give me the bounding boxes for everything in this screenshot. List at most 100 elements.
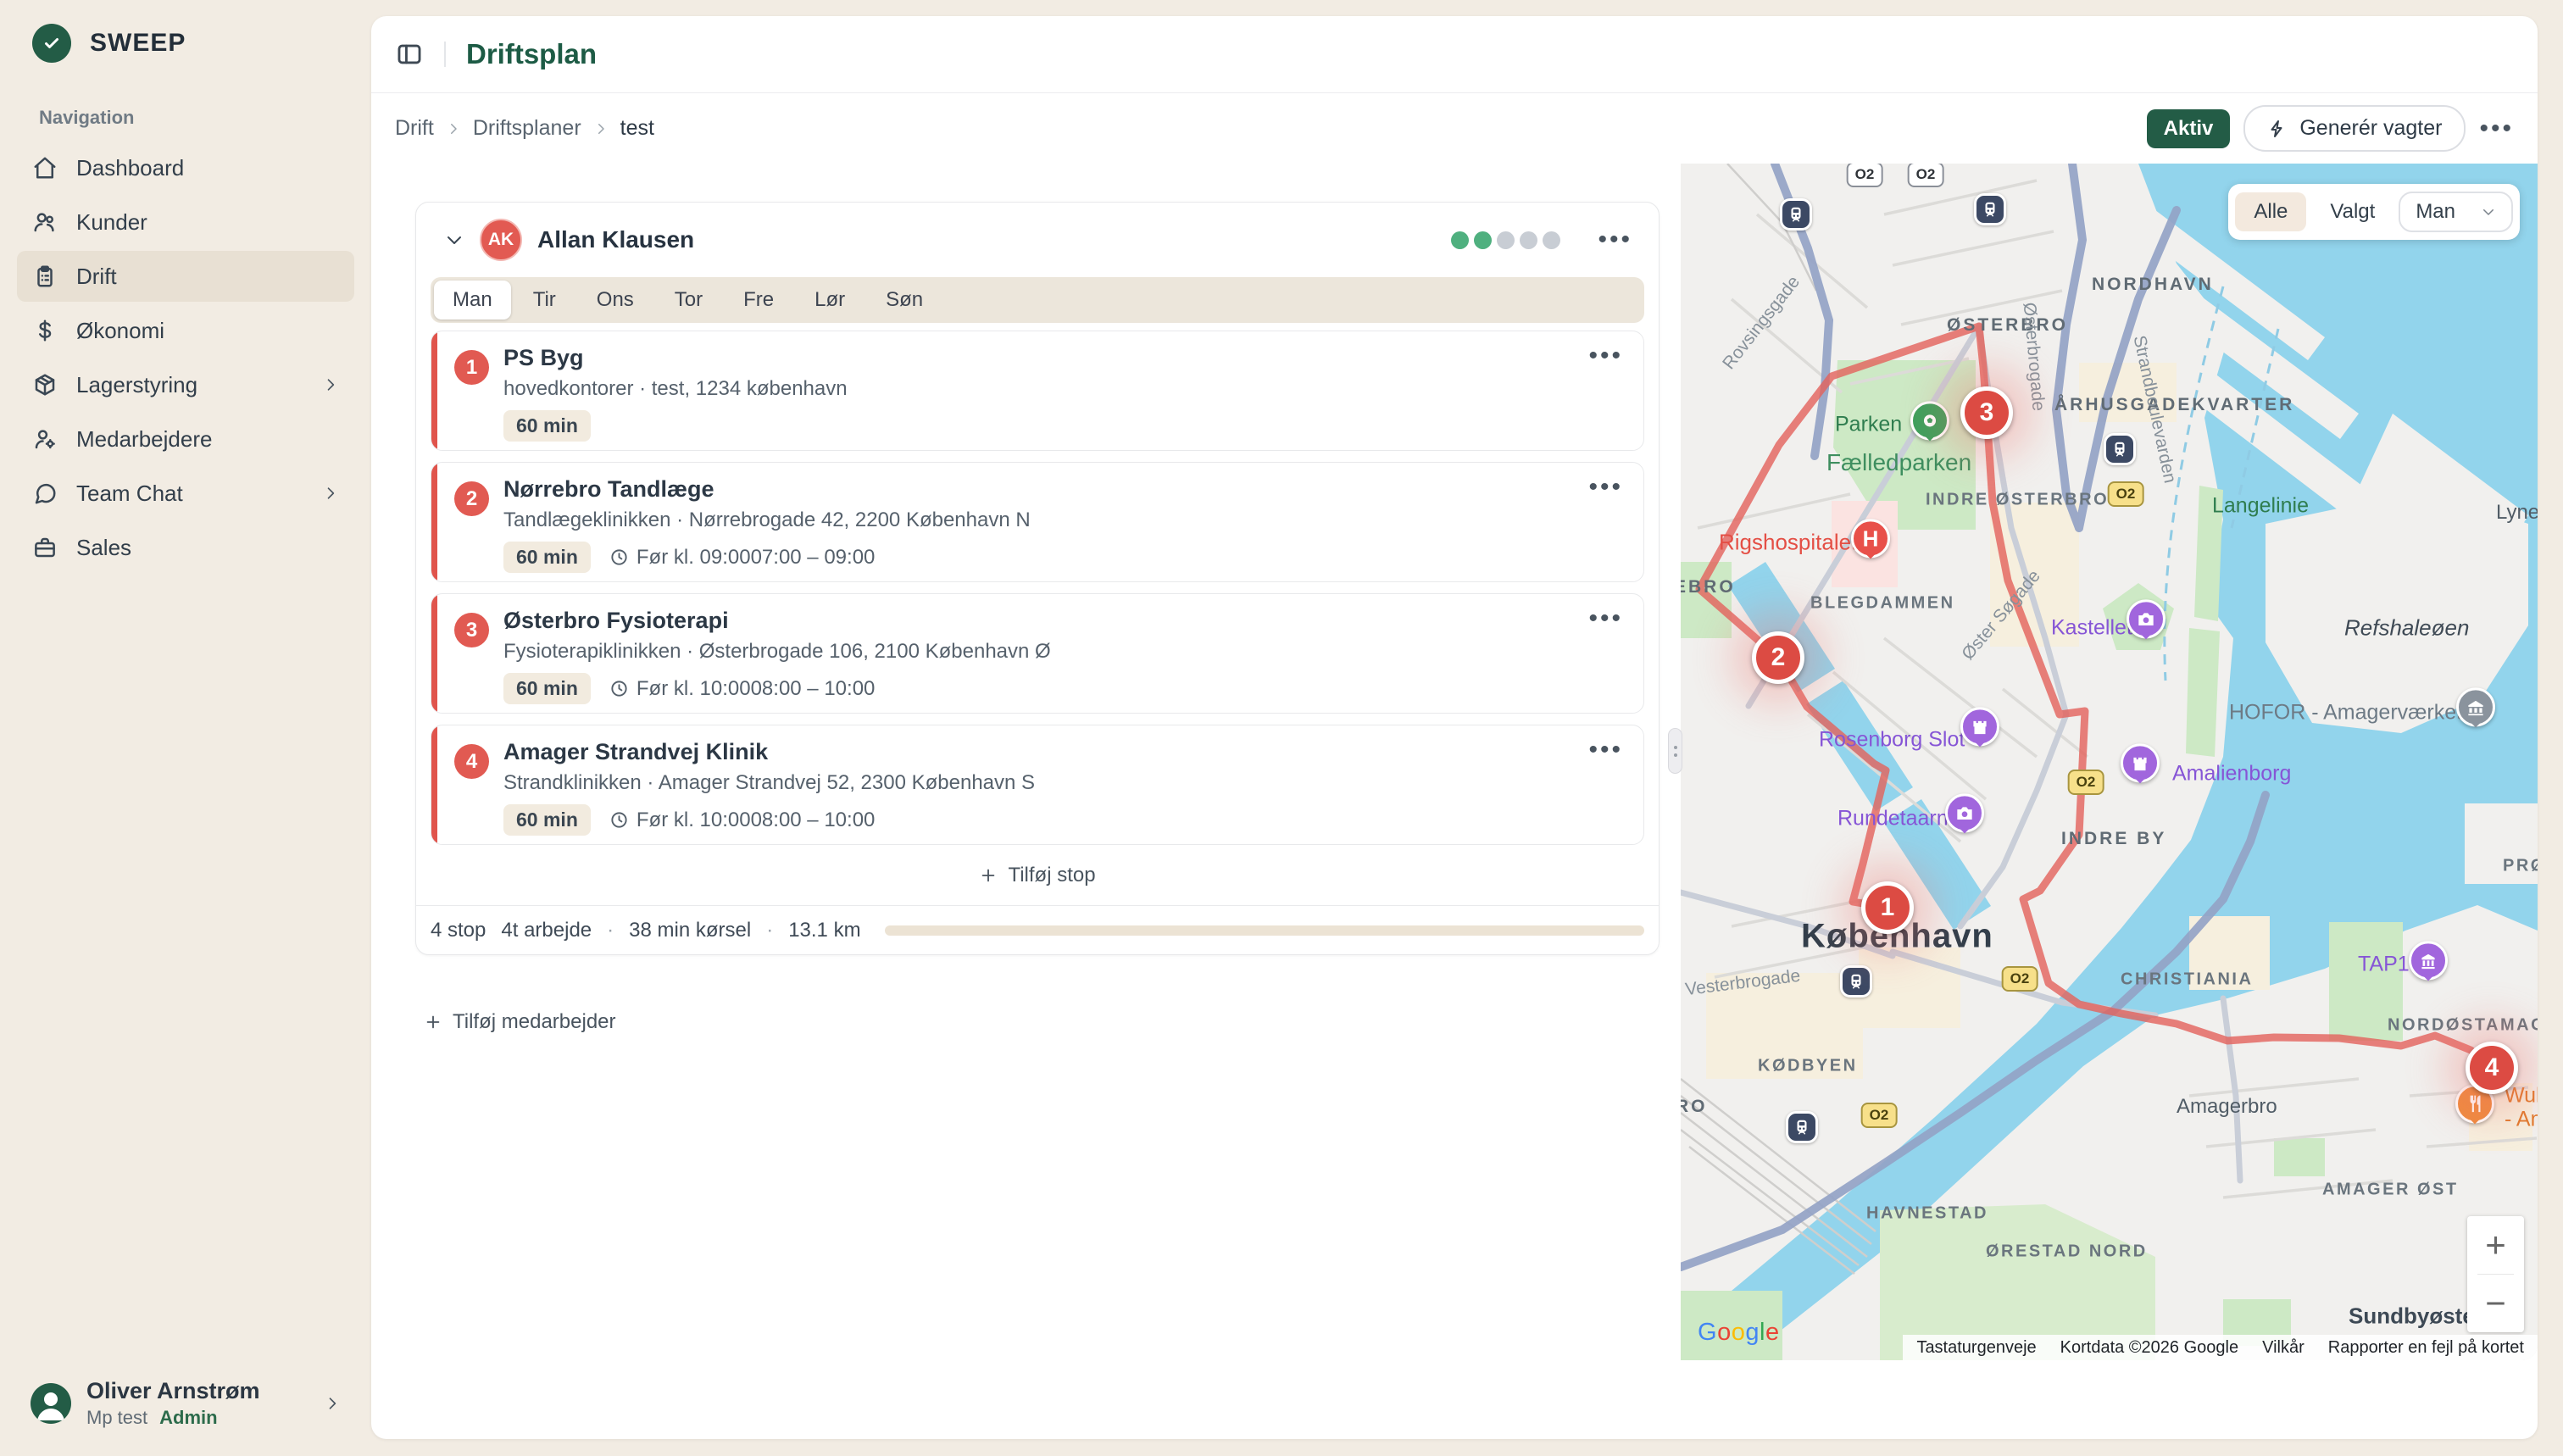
chevron-down-icon	[2481, 204, 2496, 220]
map-attribution-link[interactable]: Vilkår	[2262, 1338, 2304, 1358]
tab-lor[interactable]: Lør	[796, 281, 864, 320]
dot-separator: ·	[607, 919, 614, 942]
sidebar-item-drift[interactable]: Drift	[17, 251, 354, 302]
castle-poi-icon[interactable]	[2121, 743, 2160, 782]
status-badge: Aktiv	[2147, 109, 2231, 148]
google-logo-letter: l	[1760, 1319, 1765, 1346]
route-marker[interactable]: 2	[1752, 631, 1804, 684]
zoom-in-button[interactable]: +	[2467, 1216, 2524, 1274]
station-icon[interactable]	[1780, 198, 1812, 231]
station-icon[interactable]	[2104, 433, 2136, 465]
stop-card[interactable]: 3 Østerbro Fysioterapi Fysioterapiklinik…	[431, 593, 1644, 714]
map-filter-toolbar: Alle Valgt Man	[2228, 184, 2520, 240]
add-stop-label: Tilføj stop	[1008, 864, 1095, 887]
stop-card[interactable]: 1 PS Byg hovedkontorer · test, 1234 købe…	[431, 331, 1644, 451]
google-logo-letter: e	[1765, 1319, 1780, 1346]
filter-all-button[interactable]: Alle	[2235, 192, 2306, 231]
camera-poi-icon[interactable]	[1945, 793, 1984, 832]
filter-selected-button[interactable]: Valgt	[2315, 192, 2390, 231]
station-icon[interactable]	[1840, 965, 1872, 998]
breadcrumb-current: test	[620, 116, 654, 141]
station-icon[interactable]	[1974, 193, 2006, 225]
stop-more-icon[interactable]: •••	[1588, 475, 1623, 500]
stop-number-badge: 4	[454, 744, 489, 779]
employee-header: AK Allan Klausen •••	[431, 203, 1644, 277]
progress-dot	[1543, 231, 1560, 249]
stop-subtitle: hovedkontorer · test, 1234 københavn	[503, 377, 1567, 401]
avatar	[31, 1383, 71, 1424]
sidebar-item-medarbejdere[interactable]: Medarbejdere	[17, 414, 354, 464]
toolbar: Drift Driftsplaner test Aktiv Generér va…	[371, 93, 2538, 164]
route-shield: O2	[1861, 1103, 1898, 1128]
dollar-icon	[32, 318, 58, 343]
sidebar-item-team-chat[interactable]: Team Chat	[17, 468, 354, 519]
add-stop-button[interactable]: Tilføj stop	[431, 856, 1644, 895]
map[interactable]: NORDHAVNØSTERBROÅRHUSGADEKVARTERINDRE ØS…	[1681, 164, 2538, 1360]
map-attribution-link[interactable]: Kortdata ©2026 Google	[2060, 1338, 2238, 1358]
tab-son[interactable]: Søn	[867, 281, 942, 320]
bank-poi-icon[interactable]	[2456, 687, 2495, 726]
stop-more-icon[interactable]: •••	[1588, 737, 1623, 763]
tab-man[interactable]: Man	[434, 281, 511, 320]
tab-ons[interactable]: Ons	[578, 281, 653, 320]
sidebar-item-label: Drift	[76, 264, 117, 290]
stop-card[interactable]: 4 Amager Strandvej Klinik Strandklinikke…	[431, 725, 1644, 845]
map-label: Lynetteholm	[2496, 501, 2538, 525]
route-shield: O2	[2068, 770, 2104, 795]
route-shield: O2	[2002, 966, 2038, 992]
package-icon	[32, 372, 58, 397]
route-marker[interactable]: 3	[1960, 386, 2013, 439]
summary-drive: 38 min kørsel	[629, 919, 751, 942]
station-icon[interactable]	[1786, 1111, 1818, 1143]
map-label: - Am	[2505, 1108, 2538, 1132]
sidebar-item-lagerstyring[interactable]: Lagerstyring	[17, 359, 354, 410]
breadcrumb-root[interactable]: Drift	[395, 116, 434, 141]
stop-more-icon[interactable]: •••	[1588, 606, 1623, 631]
tab-fre[interactable]: Fre	[725, 281, 792, 320]
stop-title: Amager Strandvej Klinik	[503, 739, 1567, 765]
user-company: Mp test	[86, 1407, 147, 1428]
stop-time-text: Før kl. 10:0008:00 – 10:00	[637, 809, 876, 832]
sidebar-item-okonomi[interactable]: Økonomi	[17, 305, 354, 356]
sidebar-item-kunder[interactable]: Kunder	[17, 197, 354, 247]
map-attribution-link[interactable]: Rapporter en fejl på kortet	[2328, 1338, 2524, 1358]
add-employee-button[interactable]: Tilføj medarbejder	[424, 1010, 616, 1034]
stop-card[interactable]: 2 Nørrebro Tandlæge Tandlægeklinikken · …	[431, 462, 1644, 582]
sidebar-item-sales[interactable]: Sales	[17, 522, 354, 573]
map-label: NORDØSTAMAGER	[2388, 1016, 2538, 1036]
generate-shifts-button[interactable]: Generér vagter	[2243, 105, 2466, 152]
map-label: TAP1	[2358, 953, 2410, 977]
stop-more-icon[interactable]: •••	[1588, 343, 1623, 369]
user-menu[interactable]: Oliver Arnstrøm Mp testAdmin	[17, 1370, 354, 1437]
route-marker[interactable]: 1	[1861, 881, 1914, 934]
camera-poi-icon[interactable]	[2127, 599, 2165, 638]
building-poi-icon[interactable]	[2409, 941, 2448, 980]
add-employee-label: Tilføj medarbejder	[453, 1010, 616, 1034]
tab-tor[interactable]: Tor	[656, 281, 721, 320]
user-subtitle: Mp testAdmin	[86, 1407, 260, 1429]
route-marker-number: 3	[1980, 398, 1994, 427]
app-logo[interactable]: SWEEP	[0, 0, 371, 63]
sidebar-item-dashboard[interactable]: Dashboard	[17, 142, 354, 193]
breadcrumb-section[interactable]: Driftsplaner	[473, 116, 581, 141]
map-label: CHRISTIANIA	[2121, 970, 2253, 990]
chevron-down-icon[interactable]	[444, 230, 464, 250]
more-menu-icon[interactable]: •••	[2479, 116, 2514, 142]
route-marker[interactable]: 4	[2466, 1042, 2518, 1094]
zoom-out-button[interactable]: −	[2467, 1275, 2524, 1332]
sidebar-item-label: Kunder	[76, 209, 147, 236]
tab-tir[interactable]: Tir	[514, 281, 575, 320]
employee-more-icon[interactable]: •••	[1598, 227, 1632, 253]
map-attribution-link[interactable]: Tastaturgenveje	[1916, 1338, 2036, 1358]
sidebar-item-label: Lagerstyring	[76, 372, 197, 398]
castle-poi-icon[interactable]	[1960, 707, 1999, 746]
day-select[interactable]: Man	[2399, 192, 2513, 232]
chevron-right-icon	[446, 121, 461, 136]
panel-resize-handle[interactable]	[1668, 728, 1682, 774]
plus-icon	[979, 866, 998, 885]
sidebar-toggle-icon[interactable]	[395, 40, 424, 69]
stadium-poi-icon[interactable]	[1910, 401, 1949, 440]
map-label: Refshaleøen	[2344, 615, 2469, 642]
hospital-marker[interactable]: H	[1851, 519, 1890, 558]
map-label: Rundetaarn	[1837, 807, 1949, 831]
